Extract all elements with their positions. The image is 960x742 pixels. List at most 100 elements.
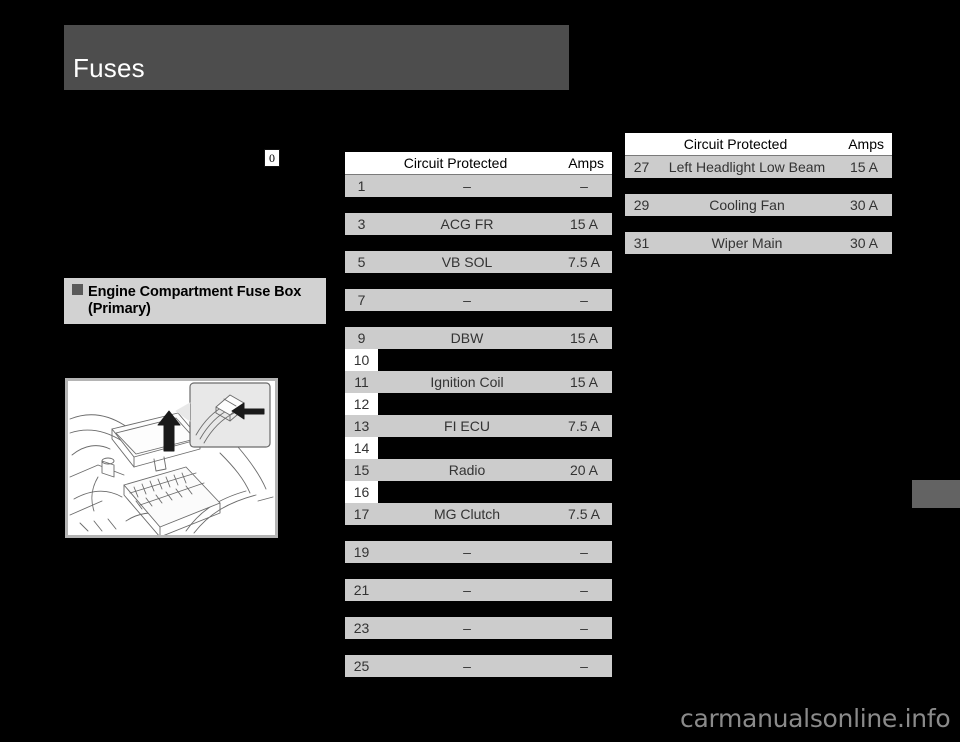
- fuse-number: 10: [345, 349, 378, 371]
- fuse-number: 16: [345, 481, 378, 503]
- table-row-gap: [625, 216, 892, 232]
- fuse-circuit-protected: MG Clutch: [433, 506, 501, 522]
- fuse-circuit-protected: DBW: [450, 330, 484, 346]
- fuse-circuit-protected: –: [463, 658, 471, 674]
- table-row-gap: [345, 563, 612, 579]
- fuse-circuit-protected: Left Headlight Low Beam: [668, 159, 826, 175]
- fuse-circuit-protected: –: [463, 544, 471, 560]
- table-row: 19 – –: [345, 541, 612, 563]
- fuse-circuit-protected: Wiper Main: [711, 235, 783, 251]
- fuse-number: 19: [353, 544, 370, 560]
- fuse-amps: 20 A: [569, 462, 599, 478]
- fuse-number: 14: [345, 437, 378, 459]
- fuse-circuit-protected: VB SOL: [441, 254, 493, 270]
- table-row-gap: [345, 639, 612, 655]
- fuse-amps: –: [580, 544, 588, 560]
- fuse-amps: 15 A: [849, 159, 879, 175]
- fuse-circuit-protected: FI ECU: [444, 418, 490, 434]
- fuse-number: 31: [633, 235, 650, 251]
- fuse-number: 11: [354, 374, 369, 390]
- table-row: 31 Wiper Main 30 A: [625, 232, 892, 254]
- fuse-number: 29: [633, 197, 650, 213]
- fuse-amps: 7.5 A: [568, 506, 600, 522]
- fuse-number: 25: [353, 658, 370, 674]
- table-row: 3 ACG FR 15 A: [345, 213, 612, 235]
- fuse-number: 7: [357, 292, 366, 308]
- table-row-gap: [345, 525, 612, 541]
- fuse-number: 12: [345, 393, 378, 415]
- table-row: 27 Left Headlight Low Beam 15 A: [625, 156, 892, 178]
- filled-square-icon: [72, 284, 83, 295]
- fuse-amps: –: [580, 658, 588, 674]
- fuse-amps: 15 A: [569, 374, 599, 390]
- table-row: 14: [345, 437, 612, 459]
- section-heading-line2: (Primary): [88, 301, 151, 317]
- table-row-gap: [345, 601, 612, 617]
- table-row: 25 – –: [345, 655, 612, 677]
- section-heading-line1: Engine Compartment Fuse Box: [88, 284, 302, 300]
- fuse-amps: 7.5 A: [568, 254, 600, 270]
- fuse-circuit-protected: ACG FR: [440, 216, 494, 232]
- fuse-amps: 30 A: [849, 197, 879, 213]
- table-header-row: Circuit Protected Amps: [345, 152, 612, 175]
- fuse-table-secondary: Circuit Protected Amps 27 Left Headlight …: [625, 133, 892, 254]
- fuse-number: 23: [353, 620, 370, 636]
- table-row: 21 – –: [345, 579, 612, 601]
- fuse-number: 21: [353, 582, 370, 598]
- table-row: 11 Ignition Coil 15 A: [345, 371, 612, 393]
- table-row-gap: [345, 235, 612, 251]
- table-row: 29 Cooling Fan 30 A: [625, 194, 892, 216]
- table-row-gap: [345, 311, 612, 327]
- table-row: 23 – –: [345, 617, 612, 639]
- column-header-amps: Amps: [848, 136, 884, 152]
- table-body: 1– –3 ACG FR 15 A 5 VB SOL 7.5 A 7– –9 DBW 15 A 10 1…: [345, 175, 612, 677]
- reference-marker-icon: 0: [264, 149, 280, 167]
- fuse-circuit-protected: –: [463, 620, 471, 636]
- fuse-circuit-protected: –: [463, 582, 471, 598]
- table-row: 12: [345, 393, 612, 415]
- table-row: 7 – –: [345, 289, 612, 311]
- fuse-number: 1: [357, 178, 366, 194]
- fuse-circuit-protected: Ignition Coil: [430, 374, 504, 390]
- table-row: 10: [345, 349, 612, 371]
- table-row-gap: [345, 273, 612, 289]
- table-row: 1 – –: [345, 175, 612, 197]
- fuse-amps: 30 A: [849, 235, 879, 251]
- table-row: 16: [345, 481, 612, 503]
- fuse-amps: –: [580, 178, 588, 194]
- site-watermark: carmanualsonline.info: [680, 704, 951, 733]
- table-row-gap: [345, 197, 612, 213]
- fuse-circuit-protected: –: [463, 178, 471, 194]
- fuse-amps: –: [580, 582, 588, 598]
- fuse-number: 5: [357, 254, 366, 270]
- page-title-bar: Fuses: [64, 25, 569, 90]
- fuse-amps: –: [580, 292, 588, 308]
- fuse-circuit-protected: Radio: [448, 462, 486, 478]
- fuse-table-primary: Circuit Protected Amps 1 – – 3 ACG FR 15 A 5 VB…: [345, 152, 612, 677]
- table-row-gap: [625, 178, 892, 194]
- fuse-amps: –: [580, 620, 588, 636]
- fuse-number: 3: [357, 216, 366, 232]
- fuse-box-line-art: [68, 381, 275, 535]
- page-index-tab[interactable]: [912, 480, 960, 508]
- fuse-number: 9: [357, 330, 366, 346]
- table-row: 17 MG Clutch 7.5 A: [345, 503, 612, 525]
- column-header-amps: Amps: [568, 155, 604, 171]
- table-row: 5 VB SOL 7.5 A: [345, 251, 612, 273]
- fuse-amps: 15 A: [569, 330, 599, 346]
- fuse-amps: 7.5 A: [568, 418, 600, 434]
- table-header-row: Circuit Protected Amps: [625, 133, 892, 156]
- fuse-number: 17: [353, 506, 370, 522]
- table-row: 13 FI ECU 7.5 A: [345, 415, 612, 437]
- fuse-circuit-protected: –: [463, 292, 471, 308]
- fuse-circuit-protected: Cooling Fan: [709, 197, 785, 213]
- table-row: 9 DBW 15 A: [345, 327, 612, 349]
- table-body: 27 Left Headlight Low Beam 15 A 29 Cooling F…: [625, 156, 892, 254]
- section-heading: Engine Compartment Fuse Box (Primary): [64, 278, 326, 324]
- page-title: Fuses: [73, 53, 145, 83]
- fuse-number: 13: [353, 418, 370, 434]
- fuse-amps: 15 A: [569, 216, 599, 232]
- table-row: 15 Radio 20 A: [345, 459, 612, 481]
- engine-compartment-fuse-box-illustration: [65, 378, 278, 538]
- fuse-number: 27: [633, 159, 650, 175]
